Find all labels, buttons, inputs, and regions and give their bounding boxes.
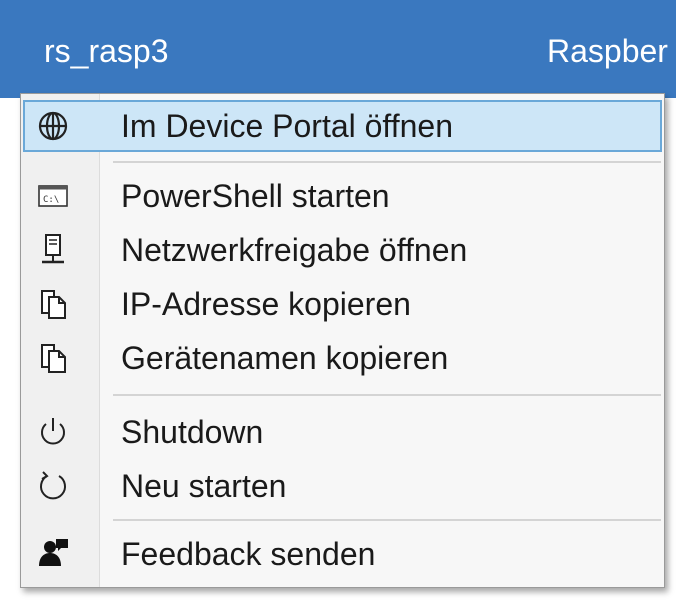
menu-item-shutdown[interactable]: Shutdown <box>23 406 662 458</box>
menu-separator <box>113 161 661 163</box>
device-type: Raspber <box>547 33 668 69</box>
device-list-header: rs_rasp3 Raspber <box>0 0 676 98</box>
copy-icon <box>35 340 71 376</box>
menu-item-label: PowerShell starten <box>121 178 390 214</box>
console-icon: C:\ <box>35 178 71 214</box>
menu-item-open-network-share[interactable]: Netzwerkfreigabe öffnen <box>23 224 662 276</box>
restart-icon <box>35 468 71 504</box>
power-icon <box>35 414 71 450</box>
svg-text:C:\: C:\ <box>43 195 59 205</box>
menu-item-restart[interactable]: Neu starten <box>23 460 662 512</box>
network-share-icon <box>35 232 71 268</box>
device-name[interactable]: rs_rasp3 <box>44 32 169 70</box>
menu-item-label: Feedback senden <box>121 536 376 572</box>
menu-item-label: Shutdown <box>121 414 264 450</box>
menu-item-open-device-portal[interactable]: Im Device Portal öffnen <box>23 100 662 152</box>
menu-item-copy-device-name[interactable]: Gerätenamen kopieren <box>23 332 662 384</box>
menu-item-label: Neu starten <box>121 468 287 504</box>
menu-item-send-feedback[interactable]: Feedback senden <box>23 528 662 580</box>
menu-separator <box>113 394 661 396</box>
copy-icon <box>35 286 71 322</box>
feedback-icon <box>35 536 71 572</box>
menu-item-label: IP-Adresse kopieren <box>121 286 411 322</box>
menu-item-copy-ip-address[interactable]: IP-Adresse kopieren <box>23 278 662 330</box>
context-menu: Im Device Portal öffnen C:\ PowerShell s… <box>20 93 665 588</box>
menu-item-start-powershell[interactable]: C:\ PowerShell starten <box>23 170 662 222</box>
globe-icon <box>35 108 71 144</box>
menu-separator <box>113 519 661 521</box>
menu-item-label: Gerätenamen kopieren <box>121 340 449 376</box>
menu-item-label: Im Device Portal öffnen <box>121 108 454 144</box>
menu-item-label: Netzwerkfreigabe öffnen <box>121 232 468 268</box>
